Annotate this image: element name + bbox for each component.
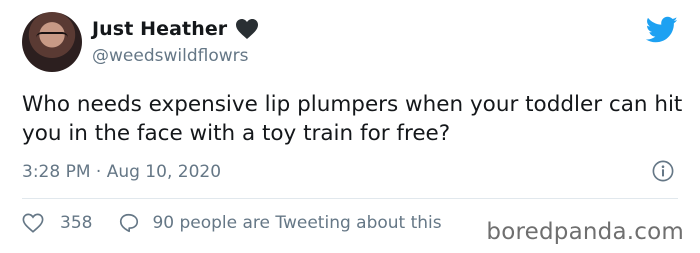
display-name[interactable]: Just Heather xyxy=(92,18,227,40)
tweet-text: Who needs expensive lip plumpers when yo… xyxy=(22,92,683,146)
like-count[interactable]: 358 xyxy=(60,213,92,233)
engagement-bar: 358 90 people are Tweeting about this xyxy=(22,212,442,234)
author-name-row: Just Heather xyxy=(92,18,259,40)
twitter-bird-icon[interactable] xyxy=(646,16,678,44)
conversation-link[interactable]: 90 people are Tweeting about this xyxy=(152,213,441,233)
watermark: boredpanda.com xyxy=(486,219,684,245)
like-heart-icon[interactable] xyxy=(22,212,44,234)
avatar[interactable] xyxy=(22,12,82,72)
tweet-timestamp[interactable]: 3:28 PM · Aug 10, 2020 xyxy=(22,162,221,182)
user-handle[interactable]: @weedswildflowrs xyxy=(92,46,248,66)
divider xyxy=(22,198,678,199)
reply-bubble-icon[interactable] xyxy=(118,212,140,234)
avatar-glasses xyxy=(36,32,68,44)
heart-emoji-icon xyxy=(236,19,259,39)
info-icon[interactable] xyxy=(652,160,674,182)
